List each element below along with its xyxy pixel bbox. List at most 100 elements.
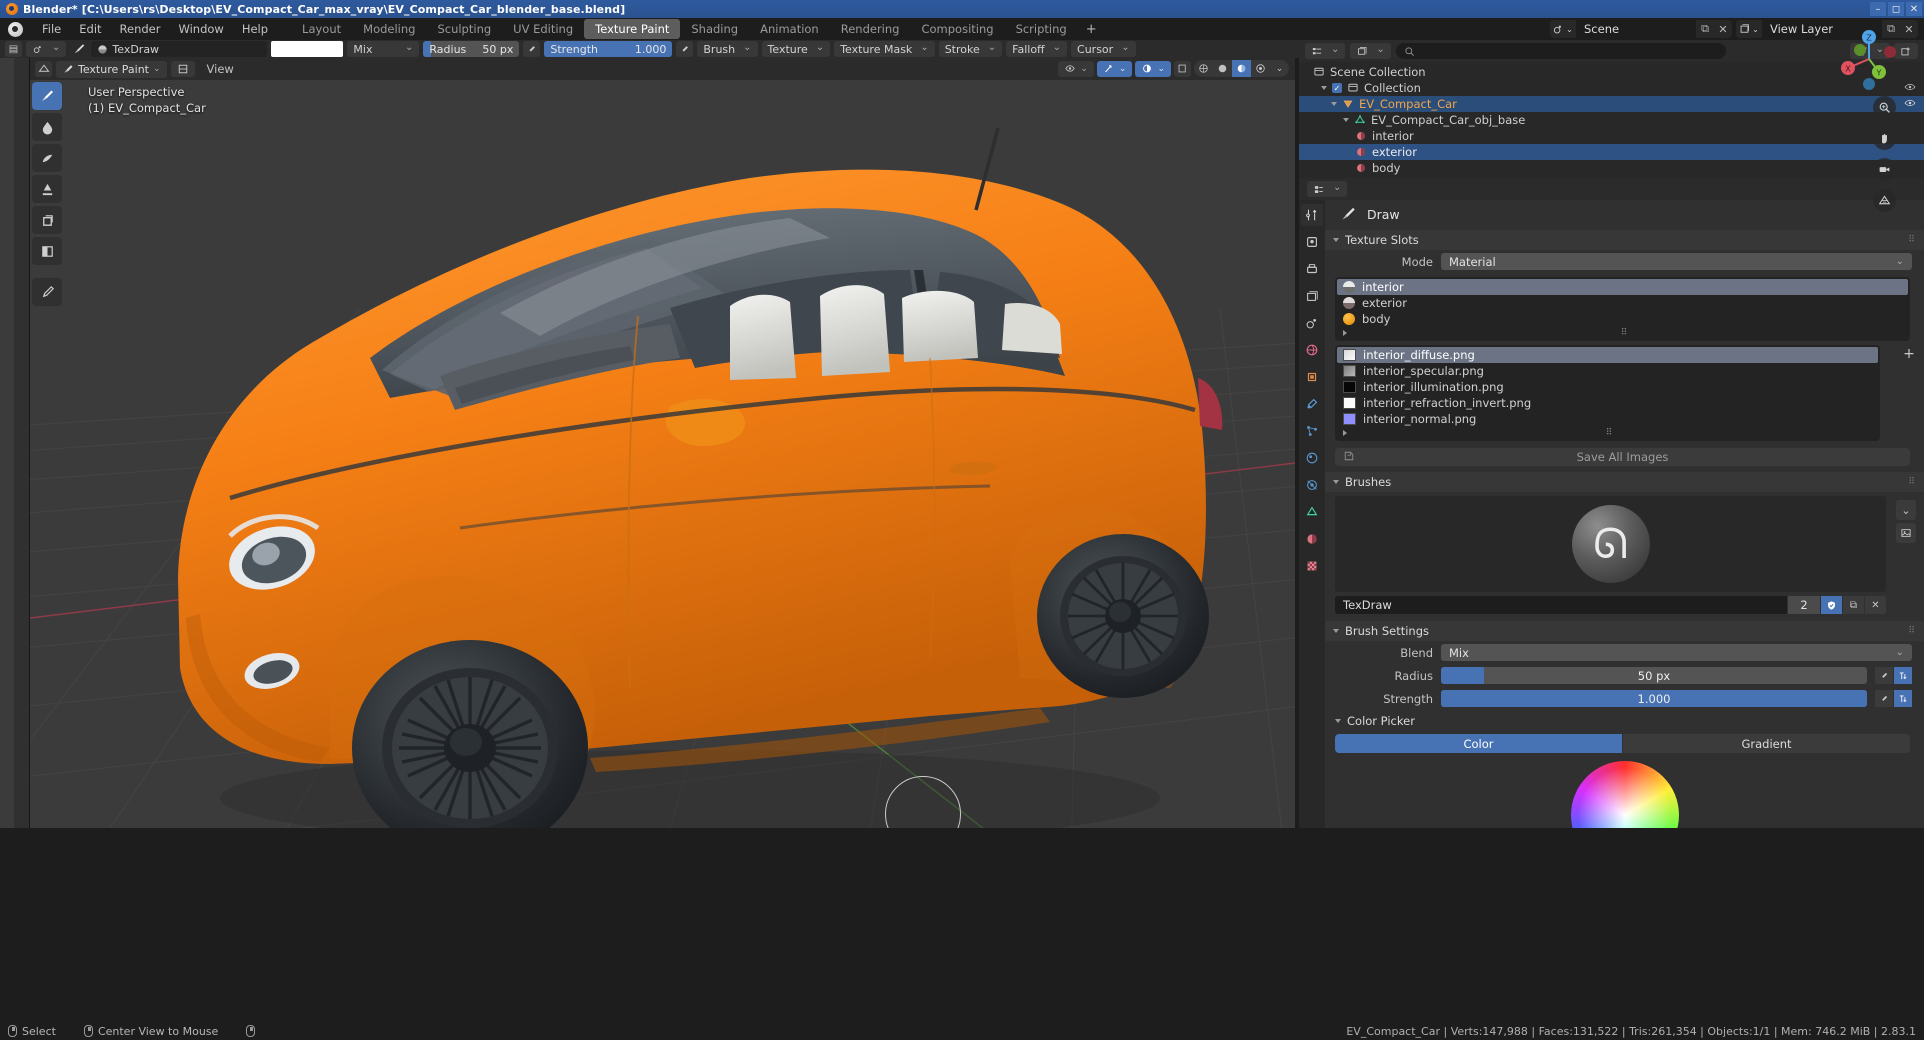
outliner-filter-type-icon[interactable] bbox=[1350, 43, 1391, 59]
world-tab[interactable] bbox=[1301, 339, 1323, 361]
3d-viewport[interactable] bbox=[30, 58, 1295, 828]
list-item[interactable]: exterior bbox=[1337, 295, 1908, 311]
tab-sculpting[interactable]: Sculpting bbox=[426, 19, 502, 39]
new-scene-button[interactable]: ⧉ bbox=[1696, 20, 1714, 38]
list-item[interactable]: interior_refraction_invert.png bbox=[1337, 395, 1878, 411]
add-workspace-button[interactable]: + bbox=[1078, 19, 1105, 40]
outliner-search-input[interactable] bbox=[1395, 43, 1726, 59]
gizmo-toggle[interactable]: ⌄ bbox=[1096, 60, 1133, 77]
remove-scene-button[interactable]: ✕ bbox=[1714, 20, 1732, 38]
add-texture-slot-button[interactable]: + bbox=[1900, 345, 1918, 363]
particles-tab[interactable] bbox=[1301, 420, 1323, 442]
expander-icon[interactable] bbox=[1331, 102, 1337, 106]
view-layer-tab[interactable] bbox=[1301, 285, 1323, 307]
visibility-dropdown[interactable]: ⌄ bbox=[1058, 60, 1094, 77]
brush-users-count[interactable]: 2 bbox=[1788, 596, 1820, 614]
physics-tab[interactable] bbox=[1301, 447, 1323, 469]
ortho-grid-icon[interactable] bbox=[1873, 189, 1896, 212]
overlays-toggle[interactable]: ⌄ bbox=[1135, 60, 1171, 77]
list-item[interactable]: body bbox=[1337, 311, 1908, 327]
brush-datablock-selector[interactable] bbox=[26, 41, 67, 57]
material-slot-list[interactable]: interior exterior body ⠿ bbox=[1335, 277, 1910, 341]
radius-pressure-toggle[interactable] bbox=[523, 41, 541, 57]
maximize-button[interactable]: ◻ bbox=[1888, 2, 1904, 16]
constraints-tab[interactable] bbox=[1301, 474, 1323, 496]
chevron-down-icon[interactable]: ⌄ bbox=[1896, 500, 1916, 520]
outliner-row-collection[interactable]: ✓ Collection bbox=[1299, 80, 1924, 96]
viewport-paint-mask-icon[interactable] bbox=[170, 61, 195, 77]
menu-file[interactable]: File bbox=[33, 20, 70, 38]
mode-dropdown[interactable]: Material ⌄ bbox=[1441, 253, 1912, 270]
outliner-row-interior[interactable]: interior bbox=[1299, 128, 1924, 144]
tab-gradient[interactable]: Gradient bbox=[1623, 734, 1910, 753]
brush-menu[interactable]: Brush bbox=[697, 41, 758, 57]
render-tab[interactable] bbox=[1301, 231, 1323, 253]
outliner-row-body[interactable]: body bbox=[1299, 160, 1924, 176]
menu-render[interactable]: Render bbox=[111, 20, 170, 38]
fake-user-icon[interactable] bbox=[1821, 596, 1842, 614]
close-button[interactable]: ✕ bbox=[1906, 2, 1922, 16]
radius-slider[interactable]: 50 px bbox=[1441, 667, 1867, 684]
image-slot-list[interactable]: interior_diffuse.png interior_specular.p… bbox=[1335, 345, 1880, 441]
visibility-eye-icon[interactable] bbox=[1904, 82, 1916, 95]
expander-icon[interactable] bbox=[1343, 430, 1347, 436]
image-list-footer[interactable]: ⠿ bbox=[1337, 427, 1878, 439]
blend-mode-dropdown[interactable]: Mix bbox=[347, 41, 420, 57]
color-wheel[interactable] bbox=[1570, 761, 1679, 828]
draw-brush-tool[interactable] bbox=[32, 82, 62, 110]
material-preview-shading-button[interactable] bbox=[1232, 60, 1251, 77]
outliner-row-scene-collection[interactable]: Scene Collection bbox=[1299, 64, 1924, 80]
tab-rendering[interactable]: Rendering bbox=[830, 19, 911, 39]
viewport-mode-dropdown[interactable]: Texture Paint ⌄ bbox=[56, 60, 167, 78]
panel-expander-icon[interactable] bbox=[1333, 480, 1339, 484]
viewport-view-menu[interactable]: View bbox=[199, 60, 242, 78]
wireframe-shading-button[interactable] bbox=[1194, 60, 1213, 77]
expander-icon[interactable] bbox=[1321, 86, 1327, 90]
collection-checkbox[interactable]: ✓ bbox=[1332, 83, 1342, 93]
xray-toggle[interactable] bbox=[1174, 60, 1191, 77]
minimize-button[interactable]: – bbox=[1870, 2, 1886, 16]
soften-tool[interactable] bbox=[32, 113, 62, 141]
camera-icon[interactable] bbox=[1873, 158, 1896, 181]
duplicate-brush-button[interactable]: ⧉ bbox=[1843, 596, 1864, 614]
brushes-panel-header[interactable]: Brushes ⠿ bbox=[1325, 472, 1924, 492]
tab-uv-editing[interactable]: UV Editing bbox=[502, 19, 584, 39]
tab-color[interactable]: Color bbox=[1335, 734, 1622, 753]
radius-slider[interactable]: Radius 50 px bbox=[423, 41, 520, 57]
brush-settings-panel-header[interactable]: Brush Settings ⠿ bbox=[1325, 621, 1924, 641]
visibility-eye-icon[interactable] bbox=[1904, 98, 1916, 111]
scene-name-field[interactable]: Scene bbox=[1576, 20, 1696, 38]
menu-edit[interactable]: Edit bbox=[70, 20, 110, 38]
pan-hand-icon[interactable] bbox=[1873, 127, 1896, 150]
zoom-icon[interactable] bbox=[1873, 96, 1896, 119]
outliner-row-exterior[interactable]: exterior bbox=[1299, 144, 1924, 160]
cursor-menu[interactable]: Cursor bbox=[1071, 41, 1136, 57]
texture-mask-menu[interactable]: Texture Mask bbox=[834, 41, 935, 57]
clone-tool[interactable] bbox=[32, 206, 62, 234]
modifier-tab[interactable] bbox=[1301, 393, 1323, 415]
expander-icon[interactable] bbox=[1343, 118, 1349, 122]
save-all-images-button[interactable]: Save All Images bbox=[1335, 448, 1910, 466]
expander-icon[interactable] bbox=[1343, 330, 1347, 336]
strength-slider[interactable]: Strength 1.000 bbox=[544, 41, 673, 57]
image-icon[interactable] bbox=[1896, 523, 1916, 543]
radius-unit-toggle[interactable] bbox=[1894, 667, 1912, 684]
texture-menu[interactable]: Texture bbox=[761, 41, 831, 57]
stroke-menu[interactable]: Stroke bbox=[938, 41, 1003, 57]
strength-unit-toggle[interactable] bbox=[1894, 690, 1912, 707]
strength-slider[interactable]: 1.000 bbox=[1441, 690, 1867, 707]
annotate-tool[interactable] bbox=[32, 278, 62, 306]
list-item[interactable]: interior_diffuse.png bbox=[1337, 347, 1878, 363]
list-item[interactable]: interior bbox=[1337, 279, 1908, 295]
falloff-menu[interactable]: Falloff bbox=[1006, 41, 1068, 57]
strength-pressure-toggle[interactable] bbox=[676, 41, 694, 57]
blender-app-icon[interactable] bbox=[8, 21, 23, 37]
data-tab[interactable] bbox=[1301, 501, 1323, 523]
editor-type-icon[interactable]: ▤ bbox=[5, 41, 22, 57]
tab-layout[interactable]: Layout bbox=[291, 19, 352, 39]
scene-selector[interactable]: ⌄ Scene ⧉ ✕ bbox=[1550, 20, 1732, 38]
menu-help[interactable]: Help bbox=[233, 20, 277, 38]
brush-color-swatch[interactable] bbox=[271, 41, 344, 57]
tab-animation[interactable]: Animation bbox=[749, 19, 830, 39]
texture-tab[interactable] bbox=[1301, 555, 1323, 577]
